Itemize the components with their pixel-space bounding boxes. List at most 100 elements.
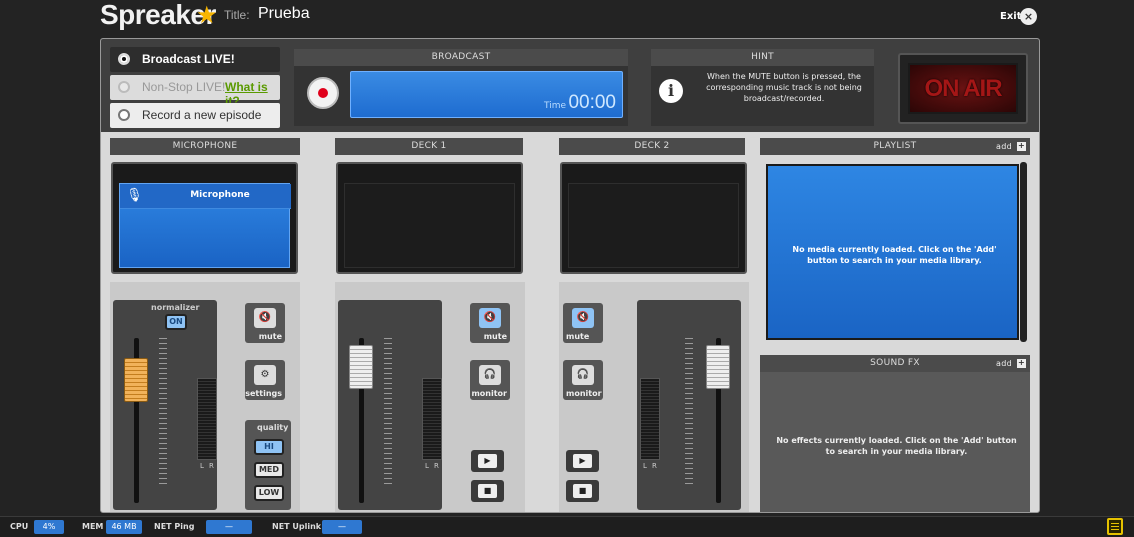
deck1-display — [344, 183, 515, 268]
plus-icon[interactable]: + — [1017, 142, 1026, 151]
deck1-monitor-button[interactable]: 🎧 monitor — [470, 360, 510, 400]
app-header: Spreaker ★ Title: Prueba Exit × — [0, 0, 1134, 36]
hint-box: HINT i When the MUTE button is pressed, … — [651, 49, 874, 126]
mode-broadcast-live[interactable]: Broadcast LIVE! — [110, 47, 280, 72]
speaker-mute-icon: 🔇 — [254, 308, 276, 328]
vu-left-label: L — [200, 462, 204, 470]
headphones-icon: 🎧 — [479, 365, 501, 385]
playlist-section: PLAYLIST add + No media currently loaded… — [760, 138, 1030, 348]
sound-fx-title: SOUND FX — [870, 358, 920, 368]
mute-label: mute — [483, 332, 507, 341]
vu-right-label: R — [209, 462, 214, 470]
mode-record-episode-label: Record a new episode — [142, 108, 262, 122]
net-uplink-value: — — [322, 520, 362, 534]
mode-record-episode[interactable]: Record a new episode — [110, 103, 280, 128]
deck1-header: DECK 1 — [335, 138, 523, 155]
exit-label[interactable]: Exit — [1000, 11, 1022, 22]
quality-selector: quality HI MED LOW — [245, 420, 291, 510]
deck1-mute-button[interactable]: 🔇 mute — [470, 303, 510, 343]
vu-left-label: L — [643, 462, 647, 470]
deck1-screen — [336, 162, 523, 274]
quality-med-button[interactable]: MED — [254, 462, 284, 478]
microphone-settings-button[interactable]: ⚙ settings — [245, 360, 285, 400]
gear-icon: ⚙ — [254, 365, 276, 385]
deck1-stop-button[interactable]: ■ — [471, 480, 504, 502]
mem-value: 46 MB — [106, 520, 142, 534]
cpu-value: 4% — [34, 520, 64, 534]
time-value: 00:00 — [568, 92, 616, 113]
mute-label: mute — [566, 332, 590, 341]
net-uplink-label: NET Uplink — [272, 522, 322, 531]
deck2-vu-meter — [640, 378, 660, 460]
quality-label: quality — [257, 423, 289, 432]
time-label: Time — [543, 101, 566, 111]
vu-right-label: R — [652, 462, 657, 470]
microphone-mute-button[interactable]: 🔇 mute — [245, 303, 285, 343]
playlist-header: PLAYLIST add + — [760, 138, 1030, 155]
stop-icon: ■ — [478, 484, 497, 498]
stop-icon: ■ — [573, 484, 592, 498]
studio-panel: Broadcast LIVE! Non-Stop LIVE! What is i… — [100, 38, 1040, 513]
sound-fx-header: SOUND FX add + — [760, 355, 1030, 372]
radio-selected-icon[interactable] — [118, 53, 130, 65]
deck2-stop-button[interactable]: ■ — [566, 480, 599, 502]
mute-label: mute — [258, 332, 282, 341]
microphone-section: MICROPHONE 🎙 Microphone normalizer ON L … — [110, 132, 300, 512]
deck2-mute-button[interactable]: 🔇 mute — [563, 303, 603, 343]
playlist-title: PLAYLIST — [873, 141, 917, 151]
deck2-screen — [560, 162, 747, 274]
deck2-fader-knob[interactable] — [706, 345, 730, 389]
sound-fx-add-label[interactable]: add — [996, 355, 1012, 372]
deck2-monitor-button[interactable]: 🎧 monitor — [563, 360, 603, 400]
normalizer-toggle[interactable]: ON — [165, 314, 187, 330]
radio-icon[interactable] — [118, 109, 130, 121]
speaker-mute-icon: 🔇 — [572, 308, 594, 328]
record-dot-icon — [318, 88, 328, 98]
on-air-label: ON AIR — [908, 63, 1018, 114]
vu-right-label: R — [434, 462, 439, 470]
top-control-bar: Broadcast LIVE! Non-Stop LIVE! What is i… — [101, 39, 1039, 132]
headphones-icon: 🎧 — [572, 365, 594, 385]
deck2-fader-plate: L R — [637, 300, 741, 510]
deck1-fader-knob[interactable] — [349, 345, 373, 389]
log-icon[interactable] — [1107, 518, 1123, 535]
cpu-label: CPU — [10, 522, 29, 531]
radio-icon[interactable] — [118, 81, 130, 93]
mode-nonstop-live[interactable]: Non-Stop LIVE! What is it? — [110, 75, 280, 108]
microphone-header: MICROPHONE — [110, 138, 300, 155]
speaker-mute-icon: 🔇 — [479, 308, 501, 328]
microphone-source-name: Microphone — [190, 190, 250, 200]
episode-title[interactable]: Prueba — [258, 5, 310, 23]
microphone-fader-knob[interactable] — [124, 358, 148, 402]
settings-label: settings — [245, 389, 282, 398]
plus-icon[interactable]: + — [1017, 359, 1026, 368]
playlist-empty-message: No media currently loaded. Click on the … — [792, 245, 997, 265]
microphone-icon: 🎙 — [126, 188, 143, 203]
monitor-label: monitor — [471, 389, 507, 398]
logo-star-icon: ★ — [196, 1, 218, 29]
close-icon[interactable]: × — [1020, 8, 1037, 25]
playlist-area[interactable]: No media currently loaded. Click on the … — [766, 164, 1019, 340]
playlist-add-label[interactable]: add — [996, 138, 1012, 155]
net-ping-label: NET Ping — [154, 522, 195, 531]
playlist-scrollbar[interactable] — [1020, 162, 1027, 342]
microphone-source-bar[interactable]: 🎙 Microphone — [120, 184, 291, 209]
vu-left-label: L — [425, 462, 429, 470]
quality-hi-button[interactable]: HI — [254, 439, 284, 455]
sound-fx-section: SOUND FX add + No effects currently load… — [760, 355, 1030, 512]
monitor-label: monitor — [566, 389, 602, 398]
microphone-fader-plate: normalizer ON L R — [113, 300, 217, 510]
deck1-play-button[interactable]: ▶ — [471, 450, 504, 472]
deck2-header: DECK 2 — [559, 138, 745, 155]
mem-label: MEM — [82, 522, 104, 531]
quality-low-button[interactable]: LOW — [254, 485, 284, 501]
mode-nonstop-live-label: Non-Stop LIVE! — [142, 80, 226, 94]
status-bar: CPU 4% MEM 46 MB NET Ping — NET Uplink — — [0, 516, 1134, 537]
broadcast-header: BROADCAST — [294, 49, 628, 66]
hint-header: HINT — [651, 49, 874, 66]
info-icon: i — [659, 79, 683, 103]
play-icon: ▶ — [573, 454, 592, 468]
deck2-play-button[interactable]: ▶ — [566, 450, 599, 472]
record-button[interactable] — [307, 77, 339, 109]
title-label: Title: — [224, 8, 250, 22]
